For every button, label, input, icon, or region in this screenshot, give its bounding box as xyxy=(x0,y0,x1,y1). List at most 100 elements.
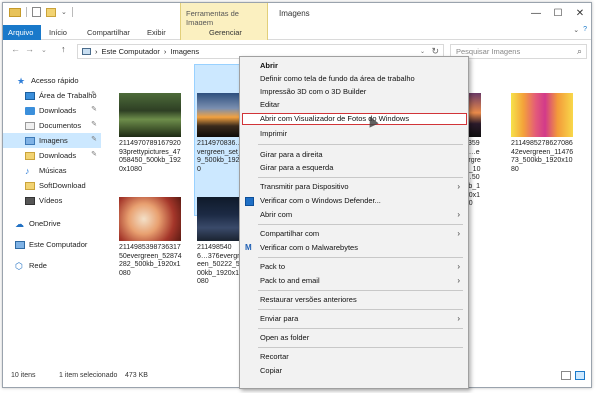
nav-item-label: SoftDownload xyxy=(39,181,86,190)
maximize-button[interactable]: ☐ xyxy=(547,3,569,25)
submenu-arrow-icon: › xyxy=(457,229,460,238)
submenu-arrow-icon: › xyxy=(457,276,460,285)
submenu-arrow-icon: › xyxy=(457,262,460,271)
pin-icon: ✎ xyxy=(91,121,97,128)
window-controls: — ☐ ✕ xyxy=(525,3,591,25)
submenu-arrow-icon: › xyxy=(457,182,460,191)
recent-locations-chevron-icon[interactable]: ⌄ xyxy=(41,46,47,54)
help-icon[interactable]: ? xyxy=(583,26,587,34)
menu-item-abrir[interactable]: Abrir xyxy=(240,60,468,72)
menu-divider xyxy=(258,309,463,310)
nav-item-acesso-rapido[interactable]: ★ Acesso rápido xyxy=(3,73,101,88)
nav-item-rede[interactable]: ⬡ Rede xyxy=(3,258,101,273)
minimize-button[interactable]: — xyxy=(525,3,547,25)
nav-item-area-de-trabalho[interactable]: Área de Trabalho ✎ xyxy=(3,88,101,103)
pin-icon: ✎ xyxy=(91,106,97,113)
file-name: 2114985406…376evergreen_50222_500kb_1920… xyxy=(197,244,240,286)
menu-item-copiar[interactable]: Copiar xyxy=(240,365,468,377)
menu-item-share-with[interactable]: Compartilhar com › xyxy=(240,228,468,240)
nav-item-onedrive[interactable]: ☁ OneDrive xyxy=(3,216,101,231)
menu-item-imprimir[interactable]: Imprimir xyxy=(240,128,468,140)
nav-item-label: Músicas xyxy=(39,166,67,175)
file-name: 211498539873631750evergreen_52874282_500… xyxy=(119,244,182,277)
pin-icon: ✎ xyxy=(91,151,97,158)
menu-item-label: Enviar para xyxy=(260,314,299,323)
expand-ribbon-chevron-icon[interactable]: ⌄ xyxy=(573,26,579,34)
properties-icon[interactable] xyxy=(32,7,41,17)
menu-item-set-wallpaper[interactable]: Definir como tela de fundo da área de tr… xyxy=(240,73,468,85)
pin-icon: ✎ xyxy=(91,91,97,98)
picture-tools-header: Ferramentas de Imagem xyxy=(180,3,268,27)
computer-icon xyxy=(15,240,25,249)
selection-count: 1 item selecionado xyxy=(59,372,118,379)
up-arrow-icon[interactable]: ↑ xyxy=(61,44,66,54)
menu-item-pack-to[interactable]: Pack to › xyxy=(240,261,468,273)
search-input[interactable]: Pesquisar Imagens ⌕ xyxy=(450,44,587,59)
menu-item-label: Verificar com o Windows Defender... xyxy=(260,196,381,205)
details-view-icon[interactable] xyxy=(561,371,571,380)
tab-inicio[interactable]: Início xyxy=(43,25,73,40)
menu-item-open-photo-viewer[interactable]: Abrir com Visualizador de Fotos do Windo… xyxy=(242,113,467,125)
menu-item-rotate-right[interactable]: Girar para a direita xyxy=(240,149,468,161)
new-folder-icon[interactable] xyxy=(46,7,56,17)
file-tile[interactable]: 211498527862708642evergreen_1147673_500k… xyxy=(509,91,575,174)
menu-item-3d-print[interactable]: Impressão 3D com o 3D Builder xyxy=(240,86,468,98)
onedrive-icon: ☁ xyxy=(15,218,24,229)
title-bar: ⌄ Ferramentas de Imagem Imagens — ☐ ✕ xyxy=(3,3,591,27)
menu-item-editar[interactable]: Editar xyxy=(240,99,468,111)
menu-item-windows-defender[interactable]: Verificar com o Windows Defender... xyxy=(240,195,468,207)
customize-toolbar-chevron-icon[interactable]: ⌄ xyxy=(61,8,67,16)
search-placeholder: Pesquisar Imagens xyxy=(456,47,521,56)
tab-exibir[interactable]: Exibir xyxy=(141,25,172,40)
breadcrumb-imagens[interactable]: Imagens xyxy=(170,47,199,56)
desktop-icon xyxy=(25,91,35,100)
menu-item-cast-to-device[interactable]: Transmitir para Dispositivo › xyxy=(240,181,468,193)
menu-item-restore-versions[interactable]: Restaurar versões anteriores xyxy=(240,294,468,306)
tab-gerenciar[interactable]: Gerenciar xyxy=(180,25,268,40)
malwarebytes-icon: M xyxy=(245,243,252,252)
tab-arquivo[interactable]: Arquivo xyxy=(3,25,41,40)
address-dropdown-icon[interactable]: ⌄ xyxy=(420,48,425,55)
breadcrumb-separator: › xyxy=(95,47,98,56)
nav-item-softdownload[interactable]: SoftDownload xyxy=(3,178,101,193)
close-button[interactable]: ✕ xyxy=(569,3,591,25)
nav-item-imagens[interactable]: Imagens ✎ xyxy=(3,133,101,148)
back-arrow-icon[interactable]: ← xyxy=(11,44,20,54)
menu-divider xyxy=(258,347,463,348)
menu-item-recortar[interactable]: Recortar xyxy=(240,351,468,363)
context-menu: Abrir Definir como tela de fundo da área… xyxy=(239,56,469,389)
file-name: 211498527862708642evergreen_1147673_500k… xyxy=(511,140,574,173)
menu-item-send-to[interactable]: Enviar para › xyxy=(240,313,468,325)
menu-item-label: Pack to xyxy=(260,262,286,271)
menu-item-open-as-folder[interactable]: Open as folder xyxy=(240,332,468,344)
nav-item-label: Acesso rápido xyxy=(31,76,79,85)
nav-item-label: Downloads xyxy=(39,106,77,115)
large-icons-view-icon[interactable] xyxy=(575,371,585,380)
nav-item-documentos[interactable]: Documentos ✎ xyxy=(3,118,101,133)
image-thumbnail xyxy=(197,197,241,241)
item-count: 10 itens xyxy=(11,372,36,379)
menu-item-pack-and-email[interactable]: Pack to and email › xyxy=(240,275,468,287)
nav-item-este-computador[interactable]: Este Computador xyxy=(3,237,101,252)
nav-item-downloads[interactable]: Downloads ✎ xyxy=(3,103,101,118)
file-tile[interactable]: 2114985406…376evergreen_50222_500kb_1920… xyxy=(195,195,241,287)
breadcrumb-este-computador[interactable]: Este Computador xyxy=(102,47,160,56)
quick-access-toolbar: ⌄ xyxy=(9,7,73,17)
menu-item-malwarebytes[interactable]: M Verificar com o Malwarebytes xyxy=(240,242,468,254)
file-tile[interactable]: 211498539873631750evergreen_52874282_500… xyxy=(117,195,183,278)
submenu-arrow-icon: › xyxy=(457,314,460,323)
nav-item-label: Este Computador xyxy=(29,240,88,249)
file-tile[interactable]: 211497078916792093prettypictures_4705845… xyxy=(117,91,183,174)
menu-item-label: Pack to and email xyxy=(260,276,320,285)
tab-compartilhar[interactable]: Compartilhar xyxy=(81,25,136,40)
selection-size: 473 KB xyxy=(125,372,148,379)
nav-item-videos[interactable]: Vídeos xyxy=(3,193,101,208)
menu-item-rotate-left[interactable]: Girar para a esquerda xyxy=(240,162,468,174)
menu-item-open-with[interactable]: Abrir com › xyxy=(240,209,468,221)
pictures-icon xyxy=(25,136,35,145)
nav-item-label: Documentos xyxy=(39,121,82,130)
nav-item-musicas[interactable]: ♪ Músicas xyxy=(3,163,101,178)
nav-item-label: OneDrive xyxy=(29,219,61,228)
nav-item-downloads-folder[interactable]: Downloads ✎ xyxy=(3,148,101,163)
forward-arrow-icon[interactable]: → xyxy=(25,44,34,54)
